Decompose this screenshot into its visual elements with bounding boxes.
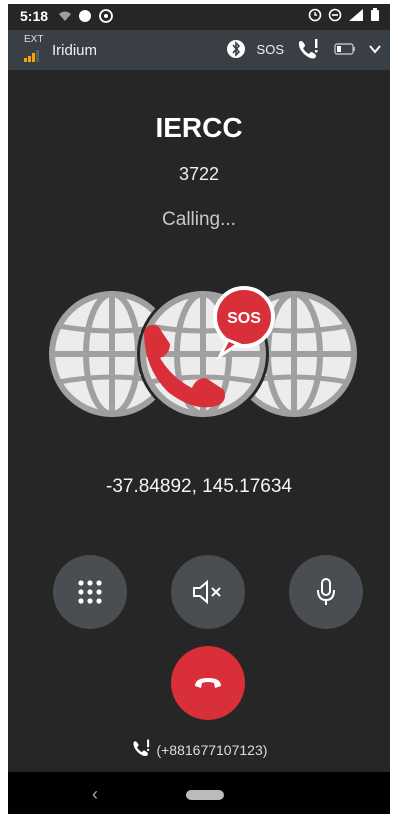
back-icon[interactable]: ‹ (92, 784, 98, 805)
circle-icon (79, 10, 91, 22)
whatsapp-icon (99, 9, 113, 23)
app-bar: EXT Iridium SOS (8, 30, 390, 70)
status-left-icons (58, 8, 114, 24)
bluetooth-icon[interactable] (226, 38, 245, 60)
call-status: Calling... (162, 209, 236, 230)
home-pill-icon[interactable] (186, 790, 224, 800)
chevron-down-icon[interactable] (368, 44, 382, 54)
microphone-icon (317, 578, 335, 605)
microphone-button[interactable] (289, 555, 363, 629)
battery-outline-icon (334, 43, 355, 55)
caller-info: (+881677107123) (8, 738, 390, 758)
network-name: Iridium (52, 42, 98, 59)
status-time: 5:18 (20, 8, 49, 24)
battery-icon (371, 8, 379, 21)
gps-coordinates: -37.84892, 145.17634 (106, 476, 292, 497)
status-right-icons (308, 8, 380, 22)
sos-badge-text: SOS (227, 310, 261, 327)
wifi-icon (59, 11, 71, 21)
status-bar: 5:18 (8, 4, 390, 28)
sos-call-icon[interactable] (296, 38, 322, 60)
dialpad-icon (78, 580, 102, 604)
end-call-icon (195, 678, 221, 688)
caller-number: (+881677107123) (156, 742, 268, 758)
appbar-actions: SOS (226, 38, 382, 60)
sos-globe-illustration: SOS (44, 286, 364, 420)
speaker-mute-icon (193, 580, 221, 604)
dialpad-button[interactable] (53, 555, 127, 629)
satellite-signal-icon (24, 50, 39, 62)
end-call-button[interactable] (171, 646, 245, 720)
speaker-button[interactable] (171, 555, 245, 629)
ext-label: EXT (24, 34, 44, 45)
contact-number: 3722 (178, 164, 220, 184)
phone-screen: 5:18 EXT Iridium SOS IERCC 3722 Calling.… (8, 4, 390, 814)
sos-call-small-icon (132, 739, 149, 757)
signal-icon (349, 9, 363, 21)
contact-name: IERCC (155, 112, 243, 143)
navigation-bar: ‹ (8, 772, 390, 814)
minus-circle-icon (328, 8, 342, 22)
sos-label[interactable]: SOS (257, 42, 284, 57)
clock-icon (308, 8, 322, 22)
